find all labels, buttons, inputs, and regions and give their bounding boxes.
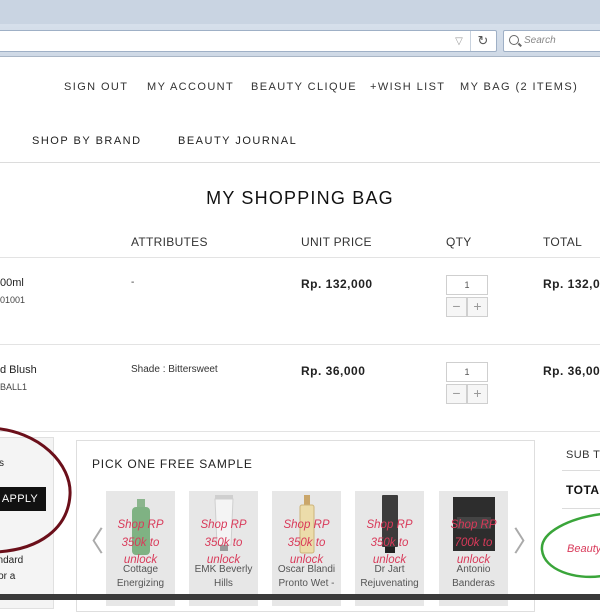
sample-product-name: Dr Jart Rejuvenating [360,564,419,589]
shipping-info-text: For a [0,571,16,582]
sample-product-name: Cottage Energizing [116,564,165,589]
product-code: 01001 [0,295,26,305]
free-sample-title: PICK ONE FREE SAMPLE [92,457,253,471]
quantity-decrease-button[interactable]: − [446,297,467,317]
product-attributes: - [131,277,135,288]
table-header-divider [0,257,600,258]
search-icon [509,35,519,45]
unlock-condition-text: Shop RP 350k to unlock [117,519,164,566]
unlock-condition-text: Shop RP 350k to unlock [200,519,247,566]
promo-code-panel [0,437,54,609]
apply-promo-button[interactable]: APPLY [0,487,46,511]
column-header-qty: QTY [446,235,472,249]
total-label: TOTA [566,483,600,497]
free-sample-item[interactable]: Shop RP 350k to unlock Dr Jart Rejuvenating [355,491,424,606]
browser-tabstrip [0,0,600,24]
unit-price: Rp. 132,000 [301,277,373,291]
summary-divider [562,508,600,509]
summary-divider [562,470,600,471]
quantity-decrease-button[interactable]: − [446,384,467,404]
product-code: BALL1 [0,382,28,392]
column-header-total: TOTAL [543,235,583,249]
unit-price: Rp. 36,000 [301,364,366,378]
sign-out-link[interactable]: SIGN OUT [64,81,128,93]
wish-list-link[interactable]: +WISH LIST [370,81,445,93]
browser-search-input[interactable]: Search [503,30,600,52]
unlock-condition-text: Shop RP 350k to unlock [283,519,330,566]
shop-by-brand-link[interactable]: SHOP BY BRAND [32,135,142,147]
beauty-clique-link[interactable]: BEAUTY CLIQUE [251,81,357,93]
taskbar-strip [0,594,600,600]
carousel-next-icon[interactable]: 〉 [513,520,541,560]
column-header-unit-price: UNIT PRICE [301,235,372,249]
subtotal-label: SUB TO [566,449,600,461]
sample-product-name: Antonio Banderas [452,564,495,589]
unlock-condition-text: Shop RP 700k to unlock [450,519,497,566]
url-history-dropdown-icon[interactable]: ▽ [452,35,466,49]
unlock-condition-text: Shop RP 350k to unlock [366,519,413,566]
sample-product-name: EMK Beverly Hills [194,564,253,589]
free-sample-item[interactable]: Shop RP 350k to unlock Cottage Energizing [106,491,175,606]
promo-code-label: s [0,458,4,469]
quantity-increase-button[interactable]: + [467,384,488,404]
quantity-increase-button[interactable]: + [467,297,488,317]
address-bar[interactable]: ▽ ↻ [0,30,497,52]
page-title: MY SHOPPING BAG [206,188,394,208]
search-placeholder: Search [524,35,556,46]
row-total: Rp. 36,00 [543,364,600,378]
product-name[interactable]: d Blush [0,364,37,376]
product-name[interactable]: 00ml [0,277,24,289]
beauty-journal-link[interactable]: BEAUTY JOURNAL [178,135,297,147]
row-divider [0,431,600,432]
browser-toolbar: ▽ ↻ Search [0,0,600,57]
shipping-info-text: andard [0,555,24,566]
carousel-prev-icon[interactable]: 〈 [76,520,104,560]
reload-icon[interactable]: ↻ [470,31,495,51]
free-sample-item[interactable]: Shop RP 350k to unlock EMK Beverly Hills [189,491,258,606]
header-divider [0,162,600,163]
column-header-attributes: ATTRIBUTES [131,235,208,249]
row-divider [0,344,600,345]
quantity-input[interactable]: 1 [446,362,488,382]
product-attributes: Shade : Bittersweet [131,364,218,375]
free-sample-item[interactable]: Shop RP 350k to unlock Oscar Blandi Pronto … [272,491,341,606]
free-sample-item[interactable]: Shop RP 700k to unlock Antonio Banderas [439,491,508,606]
my-account-link[interactable]: MY ACCOUNT [147,81,234,93]
row-total: Rp. 132,0 [543,277,600,291]
account-nav: SIGN OUT MY ACCOUNT BEAUTY CLIQUE +WISH … [0,81,600,95]
my-bag-link[interactable]: MY BAG (2 ITEMS) [460,81,578,93]
beauty-points-link[interactable]: Beauty [567,543,600,555]
sample-product-name: Oscar Blandi Pronto Wet - [277,564,336,589]
quantity-input[interactable]: 1 [446,275,488,295]
